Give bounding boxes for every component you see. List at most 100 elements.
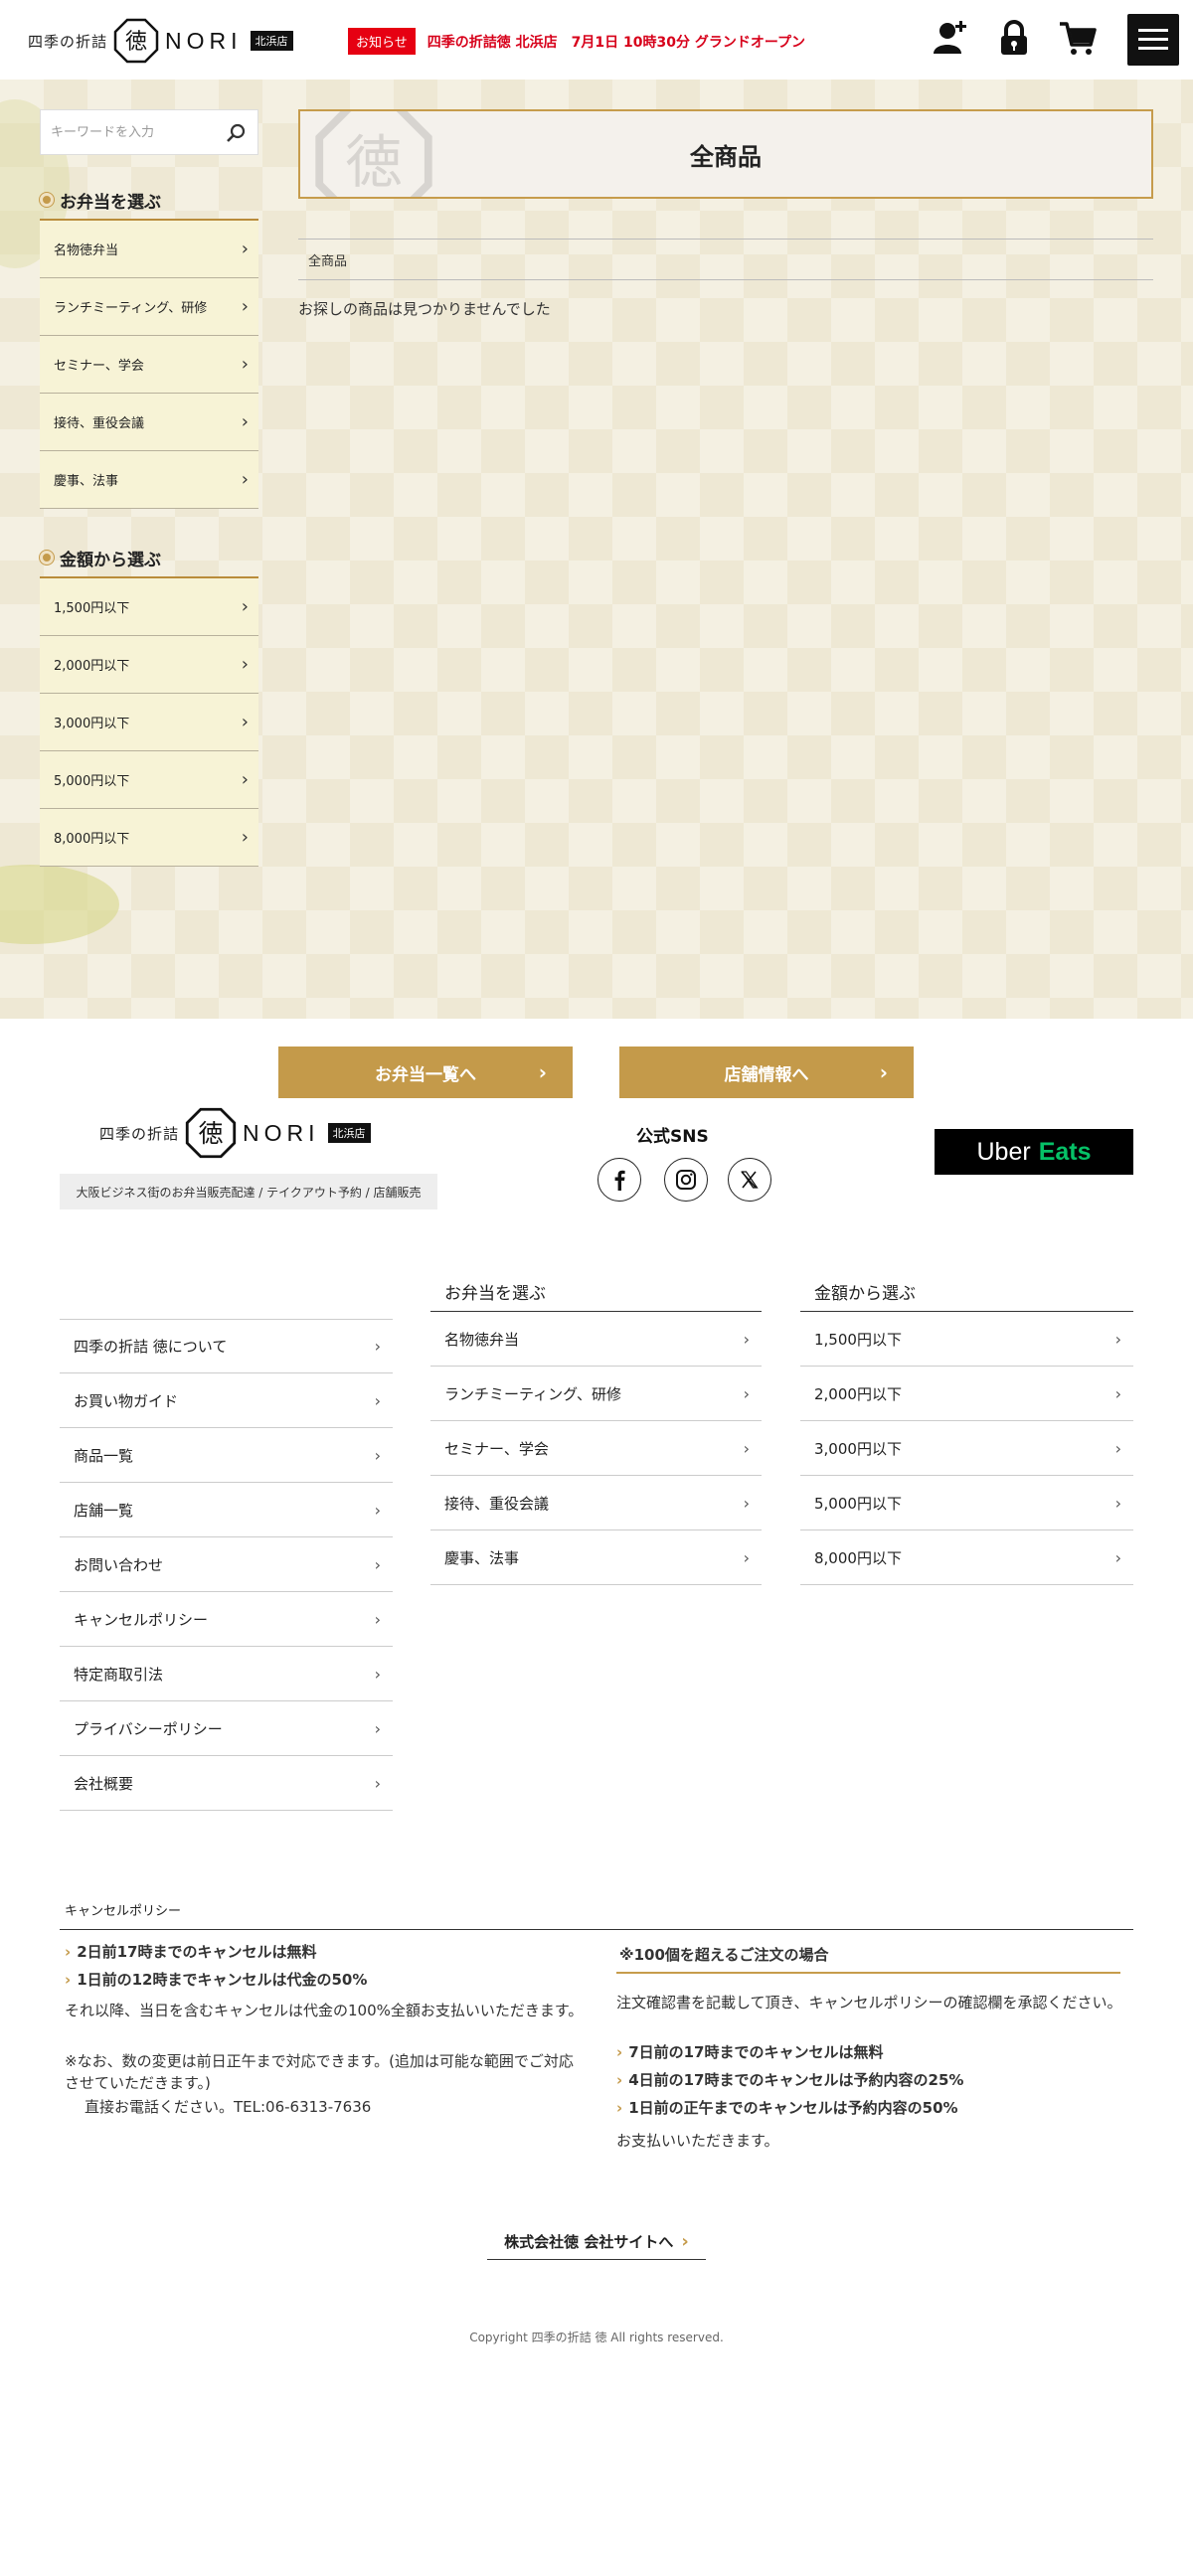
seal-watermark-icon: 徳 [315, 111, 432, 197]
footer-bento-link[interactable]: 慶事、法事 › [430, 1530, 762, 1585]
footer-price-link[interactable]: 3,000円以下 › [800, 1421, 1133, 1476]
footer-price-heading: 金額から選ぶ [800, 1272, 1133, 1312]
footer-link[interactable]: お問い合わせ › [60, 1537, 393, 1592]
bullet-icon [40, 551, 54, 564]
footer-link[interactable]: お買い物ガイド › [60, 1373, 393, 1428]
footer-link[interactable]: 店舗一覧 › [60, 1483, 393, 1537]
sidebar-item-bento[interactable]: 名物徳弁当 › [40, 221, 258, 278]
footer-link[interactable]: プライバシーポリシー › [60, 1701, 393, 1756]
logo-text-shiki: 四季の折詰 [28, 32, 108, 51]
footer-link[interactable]: 特定商取引法 › [60, 1647, 393, 1701]
footer-link[interactable]: 四季の折詰 徳について › [60, 1319, 393, 1373]
footer-price-link[interactable]: 2,000円以下 › [800, 1367, 1133, 1421]
chevron-right-icon: › [374, 1500, 381, 1520]
copyright: Copyright 四季の折詰 徳 All rights reserved. [469, 2331, 724, 2344]
chevron-right-icon: › [241, 354, 249, 375]
large-order-text: 注文確認書を記載して頂き、キャンセルポリシーの確認欄を承認ください。 [616, 1994, 1122, 2012]
chevron-right-icon: › [681, 2231, 689, 2252]
instagram-icon[interactable] [664, 1158, 708, 1202]
footer-links-column: 四季の折詰 徳について › お買い物ガイド › 商品一覧 › 店舗一覧 › お問い合わせ… [60, 1319, 393, 1811]
chevron-right-icon: › [65, 1971, 72, 1989]
chevron-right-icon: › [616, 2043, 623, 2061]
header-notice[interactable]: お知らせ 四季の折詰徳 北浜店 7月1日 10時30分 グランドオープン [348, 28, 805, 55]
shop-info-button[interactable]: 店舗情報へ › [619, 1046, 914, 1098]
chevron-right-icon: › [538, 1060, 547, 1084]
sidebar-item-price[interactable]: 3,000円以下 › [40, 694, 258, 751]
chevron-right-icon: › [374, 1718, 381, 1738]
footer-price-link[interactable]: 5,000円以下 › [800, 1476, 1133, 1530]
sidebar-item-bento[interactable]: 接待、重役会議 › [40, 394, 258, 451]
chevron-right-icon: › [241, 596, 249, 617]
decoration-leaf [0, 865, 119, 944]
sidebar-item-price[interactable]: 2,000円以下 › [40, 636, 258, 694]
user-add-icon[interactable] [931, 18, 970, 58]
hamburger-menu-icon [1138, 29, 1168, 32]
search-icon[interactable] [226, 122, 248, 144]
chevron-right-icon: › [65, 1943, 72, 1961]
bullet-icon [40, 193, 54, 207]
notice-badge: お知らせ [348, 28, 416, 55]
main-content: お弁当を選ぶ 名物徳弁当› ランチミーティング、研修› セミナー、学会› 接待、… [0, 80, 1193, 1019]
sidebar-item-price[interactable]: 5,000円以下 › [40, 751, 258, 809]
chevron-right-icon: › [241, 469, 249, 490]
chevron-right-icon: › [241, 239, 249, 259]
large-order-text: お支払いいただきます。 [616, 2132, 779, 2150]
footer-bento-link[interactable]: ランチミーティング、研修 › [430, 1367, 762, 1421]
sidebar-item-price[interactable]: 1,500円以下 › [40, 578, 258, 636]
sidebar-item-price[interactable]: 8,000円以下 › [40, 809, 258, 867]
lock-icon[interactable] [994, 18, 1034, 58]
company-site-link[interactable]: 株式会社徳 会社サイトへ › [487, 2224, 706, 2260]
footer-link[interactable]: キャンセルポリシー › [60, 1592, 393, 1647]
facebook-icon[interactable] [597, 1158, 641, 1202]
sidebar-price-section: 金額から選ぶ 1,500円以下 › 2,000円以下 › 3,000円以下 › 5,0… [40, 539, 258, 867]
chevron-right-icon: › [743, 1438, 750, 1458]
sidebar-item-bento[interactable]: 慶事、法事 › [40, 451, 258, 509]
page-title: 全商品 [690, 142, 762, 171]
svg-text:徳: 徳 [199, 1119, 224, 1148]
footer-price-link[interactable]: 8,000円以下 › [800, 1530, 1133, 1585]
chevron-right-icon: › [1114, 1547, 1121, 1567]
uber-eats-logo: Uber [976, 1137, 1031, 1166]
cancel-policy-heading: キャンセルポリシー [60, 1900, 1133, 1930]
footer-logo[interactable]: 四季の折詰 徳 NORI 北浜店 [99, 1107, 371, 1159]
chevron-right-icon: › [1114, 1383, 1121, 1403]
hamburger-menu-button[interactable] [1127, 14, 1179, 66]
large-order-heading: ※100個を超えるご注文の場合 [616, 1938, 1120, 1974]
chevron-right-icon: › [241, 411, 249, 432]
category-banner: 徳 全商品 [298, 109, 1153, 199]
footer-link[interactable]: 商品一覧 › [60, 1428, 393, 1483]
chevron-right-icon: › [743, 1383, 750, 1403]
chevron-right-icon: › [241, 827, 249, 848]
footer-price-link[interactable]: 1,500円以下 › [800, 1312, 1133, 1367]
svg-text:徳: 徳 [345, 129, 402, 196]
search-box [40, 109, 258, 155]
chevron-right-icon: › [743, 1547, 750, 1567]
cancel-rule: › 2日前17時までのキャンセルは無料 [65, 1943, 317, 1961]
site-logo[interactable]: 四季の折詰 徳 NORI 北浜店 [28, 18, 293, 64]
sidebar-item-bento[interactable]: セミナー、学会 › [40, 336, 258, 394]
chevron-right-icon: › [616, 2071, 623, 2089]
footer-bento-link[interactable]: 名物徳弁当 › [430, 1312, 762, 1367]
bento-list-button[interactable]: お弁当一覧へ › [278, 1046, 573, 1098]
footer-bento-link[interactable]: 接待、重役会議 › [430, 1476, 762, 1530]
footer-bento-link[interactable]: セミナー、学会 › [430, 1421, 762, 1476]
x-icon[interactable] [728, 1158, 771, 1202]
uber-eats-button[interactable]: Uber Eats [935, 1129, 1133, 1175]
chevron-right-icon: › [374, 1664, 381, 1684]
search-input[interactable] [41, 112, 210, 152]
chevron-right-icon: › [743, 1493, 750, 1513]
large-order-rule: › 4日前の17時までのキャンセルは予約内容の25% [616, 2071, 964, 2089]
cart-icon[interactable] [1058, 18, 1098, 58]
sidebar-bento-heading: お弁当を選ぶ [40, 181, 258, 221]
sidebar-price-heading: 金額から選ぶ [40, 539, 258, 578]
large-order-rule: › 7日前の17時までのキャンセルは無料 [616, 2043, 884, 2061]
cancel-note: ※なお、数の変更は前日正午まで対応できます。(追加は可能な範囲でご対応させていた… [65, 2052, 574, 2092]
chevron-right-icon: › [241, 712, 249, 732]
logo-branch-badge: 北浜店 [250, 31, 293, 51]
notice-text[interactable]: 四季の折詰徳 北浜店 7月1日 10時30分 グランドオープン [427, 32, 805, 52]
chevron-right-icon: › [374, 1445, 381, 1465]
footer-link[interactable]: 会社概要 › [60, 1756, 393, 1811]
logo-seal-char: 徳 [125, 30, 147, 55]
breadcrumb-item: 全商品 [308, 253, 348, 269]
sidebar-item-bento[interactable]: ランチミーティング、研修 › [40, 278, 258, 336]
